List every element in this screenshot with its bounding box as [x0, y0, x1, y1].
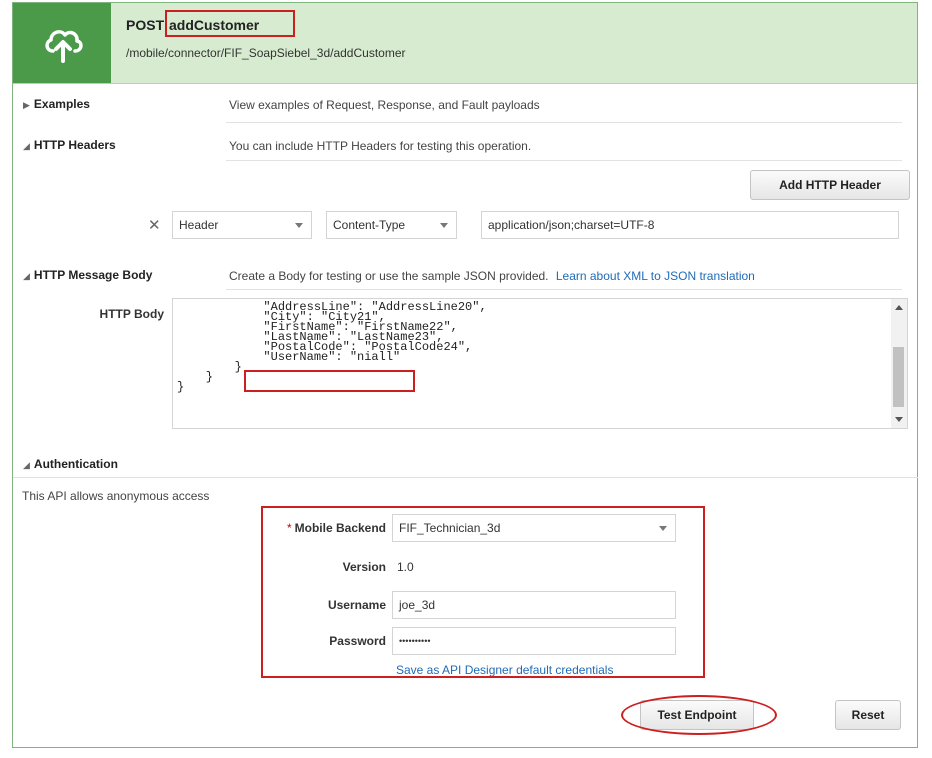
save-credentials-link[interactable]: Save as API Designer default credentials — [396, 663, 613, 677]
http-headers-title: HTTP Headers — [33, 138, 116, 152]
version-value: 1.0 — [397, 560, 414, 574]
chevron-down-icon — [295, 223, 303, 228]
reset-button[interactable]: Reset — [835, 700, 901, 730]
mobile-backend-select[interactable]: FIF_Technician_3d — [392, 514, 676, 542]
header-name-select[interactable]: Content-Type — [326, 211, 457, 239]
http-body-toggle[interactable]: ◢ HTTP Message Body — [23, 268, 152, 282]
username-value: joe_3d — [399, 598, 436, 612]
header-name-value: Content-Type — [333, 218, 406, 232]
authentication-title: Authentication — [33, 457, 118, 471]
collapse-triangle-icon: ◢ — [23, 271, 30, 281]
password-label: Password — [329, 634, 386, 648]
divider — [226, 160, 902, 161]
endpoint-path: /mobile/connector/FIF_SoapSiebel_3d/addC… — [126, 46, 406, 60]
header-type-select[interactable]: Header — [172, 211, 312, 239]
method-icon-box — [13, 3, 111, 83]
examples-toggle[interactable]: ▶ Examples — [23, 97, 90, 111]
examples-title: Examples — [33, 97, 90, 111]
http-body-textarea[interactable]: "AddressLine": "AddressLine20", "City": … — [172, 298, 908, 429]
chevron-down-icon — [440, 223, 448, 228]
body-scrollbar[interactable] — [891, 299, 907, 428]
examples-description: View examples of Request, Response, and … — [229, 98, 540, 112]
header-value-input[interactable]: application/json;charset=UTF-8 — [481, 211, 899, 239]
code-line: } — [177, 380, 185, 394]
version-label: Version — [342, 560, 386, 574]
mobile-backend-value: FIF_Technician_3d — [399, 521, 501, 535]
http-body-label: HTTP Body — [99, 307, 164, 321]
authentication-toggle[interactable]: ◢ Authentication — [23, 457, 118, 471]
header-type-value: Header — [179, 218, 219, 232]
http-body-title: HTTP Message Body — [33, 268, 153, 282]
expand-triangle-icon: ▶ — [23, 100, 30, 110]
divider — [13, 477, 918, 478]
anonymous-access-note: This API allows anonymous access — [22, 489, 210, 503]
divider — [226, 289, 902, 290]
chevron-down-icon — [659, 526, 667, 531]
http-body-description-text: Create a Body for testing or use the sam… — [229, 269, 549, 283]
cloud-upload-icon — [45, 30, 83, 63]
add-http-header-button[interactable]: Add HTTP Header — [750, 170, 910, 200]
remove-header-icon[interactable]: ✕ — [148, 216, 161, 234]
scrollbar-thumb[interactable] — [893, 347, 904, 407]
scroll-down-icon[interactable] — [895, 417, 903, 422]
header-value-text: application/json;charset=UTF-8 — [488, 218, 655, 232]
collapse-triangle-icon: ◢ — [23, 460, 30, 470]
operation-name: addCustomer — [169, 17, 260, 33]
required-asterisk: * — [286, 521, 292, 535]
username-label: Username — [327, 598, 386, 612]
password-field[interactable]: •••••••••• — [392, 627, 676, 655]
username-field[interactable]: joe_3d — [392, 591, 676, 619]
endpoint-header — [13, 3, 917, 84]
test-endpoint-button[interactable]: Test Endpoint — [640, 700, 754, 730]
http-headers-toggle[interactable]: ◢ HTTP Headers — [23, 138, 116, 152]
password-value: •••••••••• — [399, 636, 431, 646]
scroll-up-icon[interactable] — [895, 305, 903, 310]
http-body-code: "AddressLine": "AddressLine20", "City": … — [177, 301, 487, 394]
divider — [226, 122, 902, 123]
http-headers-description: You can include HTTP Headers for testing… — [229, 139, 532, 153]
collapse-triangle-icon: ◢ — [23, 141, 30, 151]
xml-json-link[interactable]: Learn about XML to JSON translation — [556, 269, 755, 283]
mobile-backend-label: * Mobile Backend — [240, 521, 386, 535]
http-body-description: Create a Body for testing or use the sam… — [229, 269, 755, 283]
mobile-backend-label-text: Mobile Backend — [294, 521, 386, 535]
http-method: POST — [126, 17, 165, 33]
